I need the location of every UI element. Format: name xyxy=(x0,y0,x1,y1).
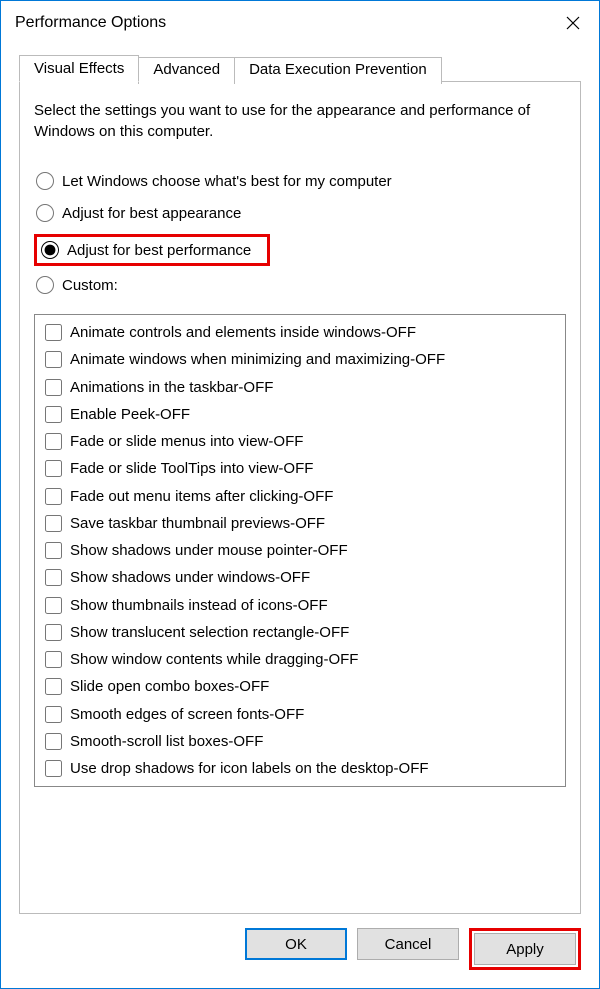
option-label: Show window contents while dragging-OFF xyxy=(70,648,358,671)
radio-best-performance[interactable]: Adjust for best performance xyxy=(39,241,251,259)
option-row[interactable]: Show shadows under mouse pointer-OFF xyxy=(39,537,561,564)
option-checkbox[interactable] xyxy=(45,706,62,723)
radio-best-appearance[interactable]: Adjust for best appearance xyxy=(34,200,566,232)
radio-let-windows-input[interactable] xyxy=(36,172,54,190)
radio-let-windows[interactable]: Let Windows choose what's best for my co… xyxy=(34,168,566,200)
option-row[interactable]: Show window contents while dragging-OFF xyxy=(39,646,561,673)
option-row[interactable]: Slide open combo boxes-OFF xyxy=(39,673,561,700)
option-label: Animate controls and elements inside win… xyxy=(70,321,416,344)
option-label: Animate windows when minimizing and maxi… xyxy=(70,348,445,371)
option-label: Smooth edges of screen fonts-OFF xyxy=(70,703,304,726)
radio-group: Let Windows choose what's best for my co… xyxy=(34,168,566,304)
ok-button[interactable]: OK xyxy=(245,928,347,960)
tab-panel: Select the settings you want to use for … xyxy=(19,81,581,914)
radio-best-performance-label: Adjust for best performance xyxy=(67,242,251,259)
option-label: Show thumbnails instead of icons-OFF xyxy=(70,594,328,617)
titlebar: Performance Options xyxy=(1,1,599,45)
option-checkbox[interactable] xyxy=(45,460,62,477)
option-checkbox[interactable] xyxy=(45,760,62,777)
option-label: Animations in the taskbar-OFF xyxy=(70,376,273,399)
option-checkbox[interactable] xyxy=(45,406,62,423)
option-label: Show translucent selection rectangle-OFF xyxy=(70,621,349,644)
radio-custom-label: Custom: xyxy=(62,277,118,294)
option-checkbox[interactable] xyxy=(45,324,62,341)
option-label: Use drop shadows for icon labels on the … xyxy=(70,757,429,780)
option-checkbox[interactable] xyxy=(45,651,62,668)
options-list: Animate controls and elements inside win… xyxy=(34,314,566,787)
tab-dep[interactable]: Data Execution Prevention xyxy=(234,57,442,84)
option-row[interactable]: Save taskbar thumbnail previews-OFF xyxy=(39,510,561,537)
option-checkbox[interactable] xyxy=(45,569,62,586)
option-row[interactable]: Fade out menu items after clicking-OFF xyxy=(39,483,561,510)
option-checkbox[interactable] xyxy=(45,379,62,396)
option-checkbox[interactable] xyxy=(45,488,62,505)
option-row[interactable]: Smooth-scroll list boxes-OFF xyxy=(39,728,561,755)
intro-text: Select the settings you want to use for … xyxy=(34,100,566,142)
radio-best-appearance-input[interactable] xyxy=(36,204,54,222)
radio-custom[interactable]: Custom: xyxy=(34,272,566,304)
radio-best-appearance-label: Adjust for best appearance xyxy=(62,205,241,222)
option-row[interactable]: Fade or slide ToolTips into view-OFF xyxy=(39,455,561,482)
option-row[interactable]: Animations in the taskbar-OFF xyxy=(39,374,561,401)
option-row[interactable]: Animate controls and elements inside win… xyxy=(39,319,561,346)
tab-strip: Visual Effects Advanced Data Execution P… xyxy=(19,55,581,81)
option-row[interactable]: Use drop shadows for icon labels on the … xyxy=(39,755,561,782)
radio-custom-input[interactable] xyxy=(36,276,54,294)
option-label: Slide open combo boxes-OFF xyxy=(70,675,269,698)
option-checkbox[interactable] xyxy=(45,624,62,641)
option-label: Save taskbar thumbnail previews-OFF xyxy=(70,512,325,535)
option-label: Fade out menu items after clicking-OFF xyxy=(70,485,333,508)
option-row[interactable]: Show translucent selection rectangle-OFF xyxy=(39,619,561,646)
option-checkbox[interactable] xyxy=(45,733,62,750)
option-row[interactable]: Animate windows when minimizing and maxi… xyxy=(39,346,561,373)
tab-advanced[interactable]: Advanced xyxy=(138,57,235,84)
option-label: Fade or slide menus into view-OFF xyxy=(70,430,303,453)
close-icon xyxy=(566,16,580,30)
performance-options-dialog: Performance Options Visual Effects Advan… xyxy=(0,0,600,989)
option-checkbox[interactable] xyxy=(45,542,62,559)
option-row[interactable]: Show shadows under windows-OFF xyxy=(39,564,561,591)
option-label: Show shadows under windows-OFF xyxy=(70,566,310,589)
option-label: Show shadows under mouse pointer-OFF xyxy=(70,539,348,562)
option-row[interactable]: Show thumbnails instead of icons-OFF xyxy=(39,592,561,619)
content-area: Visual Effects Advanced Data Execution P… xyxy=(1,45,599,914)
option-row[interactable]: Fade or slide menus into view-OFF xyxy=(39,428,561,455)
window-title: Performance Options xyxy=(15,14,551,32)
option-label: Fade or slide ToolTips into view-OFF xyxy=(70,457,313,480)
option-label: Smooth-scroll list boxes-OFF xyxy=(70,730,263,753)
option-checkbox[interactable] xyxy=(45,433,62,450)
option-checkbox[interactable] xyxy=(45,515,62,532)
option-checkbox[interactable] xyxy=(45,597,62,614)
option-row[interactable]: Smooth edges of screen fonts-OFF xyxy=(39,701,561,728)
apply-button[interactable]: Apply xyxy=(474,933,576,965)
option-label: Enable Peek-OFF xyxy=(70,403,190,426)
close-button[interactable] xyxy=(551,1,595,45)
option-checkbox[interactable] xyxy=(45,351,62,368)
tab-visual-effects[interactable]: Visual Effects xyxy=(19,55,139,82)
radio-best-performance-input[interactable] xyxy=(41,241,59,259)
option-row[interactable]: Enable Peek-OFF xyxy=(39,401,561,428)
button-row: OK Cancel Apply xyxy=(1,914,599,988)
highlight-best-performance: Adjust for best performance xyxy=(34,234,270,266)
highlight-apply: Apply xyxy=(469,928,581,970)
cancel-button[interactable]: Cancel xyxy=(357,928,459,960)
option-checkbox[interactable] xyxy=(45,678,62,695)
radio-let-windows-label: Let Windows choose what's best for my co… xyxy=(62,173,392,190)
